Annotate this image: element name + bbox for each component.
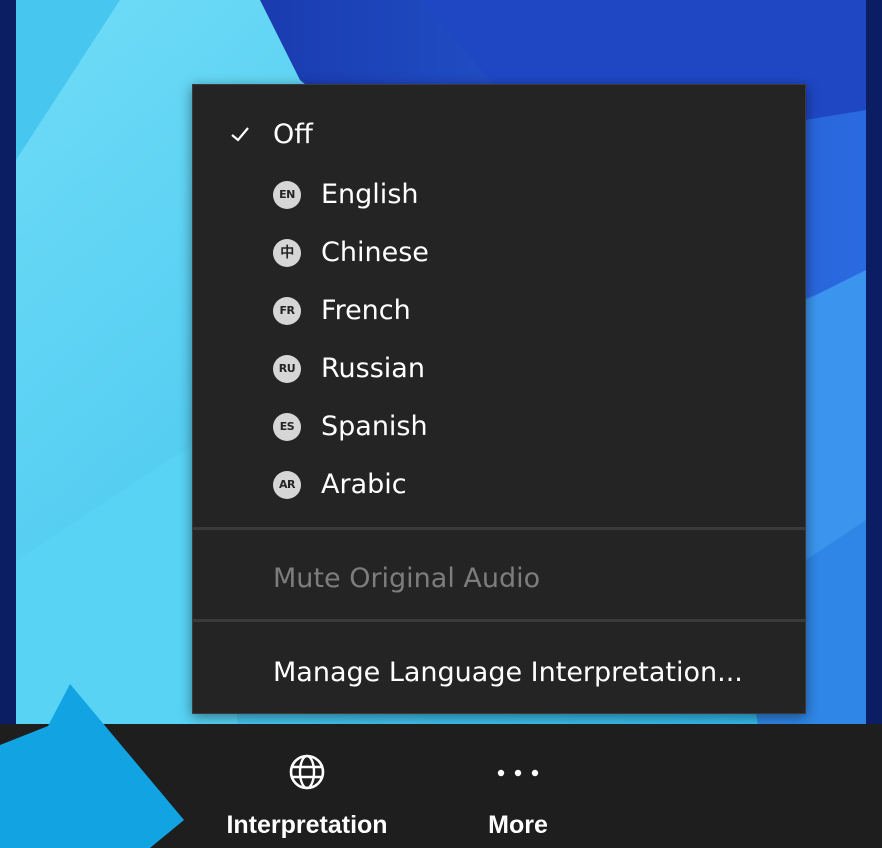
meeting-toolbar: Interpretation More — [0, 724, 882, 848]
interpretation-button[interactable]: Interpretation — [196, 724, 418, 848]
checkmark-icon — [231, 127, 249, 142]
menu-item-label: English — [321, 179, 419, 210]
menu-item-french[interactable]: FR French — [193, 283, 805, 339]
menu-item-label: French — [321, 295, 411, 326]
menu-item-off[interactable]: Off — [193, 107, 805, 163]
menu-item-mute-original-audio: Mute Original Audio — [193, 551, 805, 607]
arabic-language-icon: AR — [273, 471, 301, 499]
ellipsis-icon — [497, 769, 539, 777]
menu-item-label: Arabic — [321, 469, 407, 500]
globe-icon — [289, 754, 325, 790]
menu-item-label: Mute Original Audio — [273, 563, 541, 594]
menu-item-label: Chinese — [321, 237, 429, 268]
menu-item-russian[interactable]: RU Russian — [193, 341, 805, 397]
interpretation-button-label: Interpretation — [226, 811, 388, 839]
menu-item-label: Russian — [321, 353, 425, 384]
chinese-language-icon: 中 — [273, 239, 301, 267]
menu-item-arabic[interactable]: AR Arabic — [193, 457, 805, 513]
more-button[interactable]: More — [466, 724, 570, 848]
screenshot-stage: Off EN English 中 Chinese FR French RU Ru… — [0, 0, 882, 848]
menu-item-manage-language-interpretation[interactable]: Manage Language Interpretation... — [193, 645, 805, 701]
menu-item-chinese[interactable]: 中 Chinese — [193, 225, 805, 281]
menu-item-label: Spanish — [321, 411, 428, 442]
menu-divider — [193, 527, 805, 530]
russian-language-icon: RU — [273, 355, 301, 383]
menu-item-label: Manage Language Interpretation... — [273, 657, 743, 688]
english-language-icon: EN — [273, 181, 301, 209]
more-button-label: More — [488, 811, 548, 839]
menu-item-spanish[interactable]: ES Spanish — [193, 399, 805, 455]
menu-item-english[interactable]: EN English — [193, 167, 805, 223]
interpretation-menu: Off EN English 中 Chinese FR French RU Ru… — [192, 84, 806, 714]
menu-divider — [193, 619, 805, 622]
menu-item-label: Off — [273, 119, 313, 150]
french-language-icon: FR — [273, 297, 301, 325]
spanish-language-icon: ES — [273, 413, 301, 441]
